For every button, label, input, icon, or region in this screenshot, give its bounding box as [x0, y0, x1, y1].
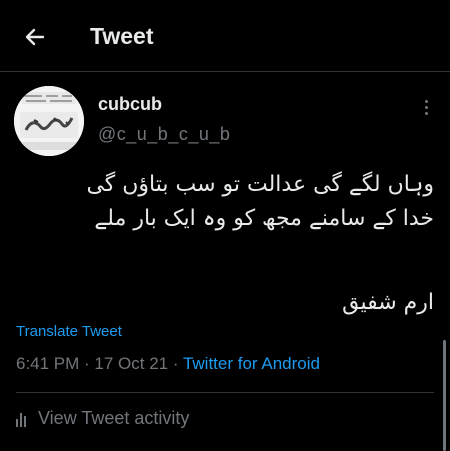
- divider: [16, 392, 434, 393]
- tweet-signature: ارم شفیق: [342, 290, 434, 315]
- bar-chart-icon: [16, 411, 30, 427]
- more-dot-icon: [424, 99, 428, 103]
- author-handle[interactable]: @c_u_b_c_u_b: [98, 124, 230, 145]
- top-bar: Tweet: [0, 0, 450, 72]
- more-options-button[interactable]: [418, 96, 434, 118]
- tweet-line: وہاں لگے گی عدالت تو سب بتاؤں گی: [86, 172, 434, 197]
- tweet-line: خدا کے سامنے مجھ کو وہ ایک بار ملے: [94, 206, 434, 231]
- tweet-date[interactable]: 17 Oct 21: [94, 354, 168, 373]
- profile-avatar-image: [14, 86, 84, 156]
- tweet-meta: 6:41 PM · 17 Oct 21 · Twitter for Androi…: [16, 352, 320, 376]
- more-dot-icon: [424, 105, 428, 109]
- tweet-text: وہاں لگے گی عدالت تو سب بتاؤں گی خدا کے …: [14, 168, 434, 320]
- more-dot-icon: [424, 111, 428, 115]
- meta-separator: ·: [79, 354, 95, 373]
- arrow-left-icon: [25, 28, 45, 46]
- avatar[interactable]: [14, 86, 84, 156]
- view-tweet-activity-button[interactable]: View Tweet activity: [16, 408, 189, 429]
- back-button[interactable]: [18, 20, 52, 54]
- tweet-source-link[interactable]: Twitter for Android: [183, 354, 320, 373]
- translate-tweet-link[interactable]: Translate Tweet: [16, 323, 122, 340]
- page-title: Tweet: [90, 23, 154, 49]
- tweet-time[interactable]: 6:41 PM: [16, 354, 79, 373]
- scrollbar[interactable]: [443, 340, 446, 451]
- meta-separator: ·: [168, 354, 183, 373]
- activity-label: View Tweet activity: [38, 408, 190, 428]
- author-name[interactable]: cubcub: [98, 94, 162, 115]
